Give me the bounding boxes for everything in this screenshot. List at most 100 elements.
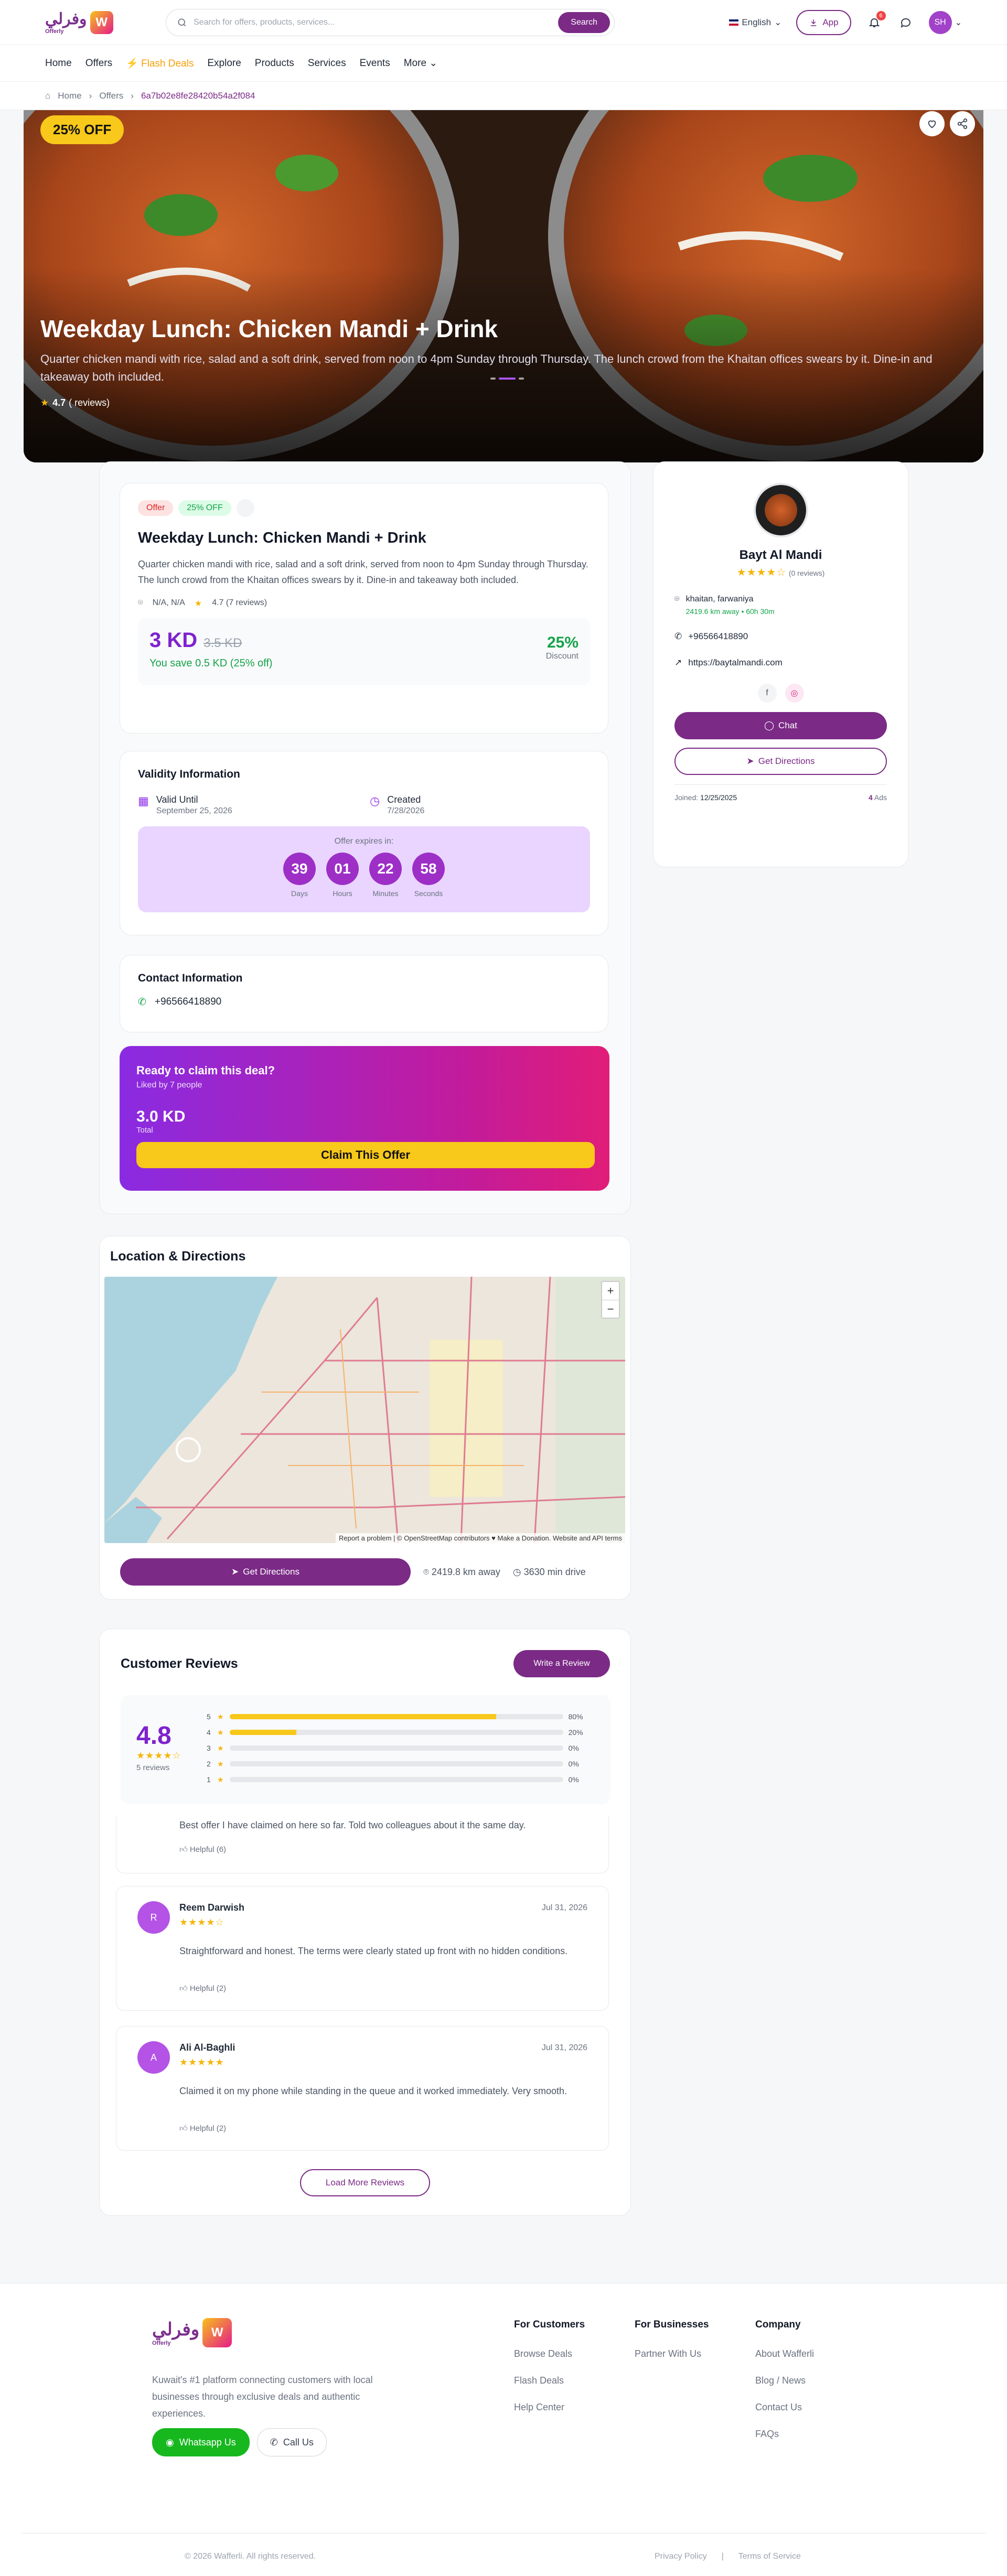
zoom-out-button[interactable]: −	[602, 1300, 619, 1318]
logo-mark-icon: W	[90, 10, 113, 34]
footer-link[interactable]: About Wafferli	[755, 2348, 814, 2359]
rating-row-star: 5	[207, 1712, 211, 1721]
business-name[interactable]: Bayt Al Mandi	[674, 548, 887, 563]
instagram-icon[interactable]: ◎	[785, 684, 804, 703]
notifications-button[interactable]: 6	[866, 10, 886, 31]
write-review-button[interactable]: Write a Review	[513, 1650, 610, 1677]
load-more-reviews-button[interactable]: Load More Reviews	[300, 2169, 430, 2196]
logo-english: Offerly	[45, 28, 64, 35]
nav-item-services[interactable]: Services	[308, 58, 346, 69]
helpful-button[interactable]: 👍︎ Helpful (2)	[179, 2124, 226, 2133]
phone-icon: ✆	[138, 997, 146, 1008]
footer-link[interactable]: Help Center	[514, 2402, 585, 2413]
business-website[interactable]: https://baytalmandi.com	[688, 658, 783, 668]
footer: وفرلي Offerly W Kuwait's #1 platform conn…	[0, 2283, 1007, 2576]
map-drive-time: ◷ 3630 min drive	[512, 1566, 586, 1577]
share-button[interactable]	[950, 111, 975, 136]
business-address: khaitan, farwaniya	[685, 595, 754, 603]
ads-label: Ads	[874, 793, 887, 802]
reviewer-avatar: A	[137, 2041, 170, 2074]
footer-logo[interactable]: وفرلي Offerly W	[152, 2318, 232, 2347]
logo[interactable]: وفرلي Offerly W	[45, 10, 129, 35]
rating-row-percent: 0%	[568, 1760, 579, 1768]
nav-item-more[interactable]: More ⌄	[404, 57, 438, 69]
validity-card: Validity Information ▦ Valid Until Septem…	[120, 751, 608, 935]
nav-item-explore[interactable]: Explore	[207, 58, 241, 69]
footer-link[interactable]: FAQs	[755, 2429, 814, 2440]
business-directions-button[interactable]: ➤ Get Directions	[674, 748, 887, 775]
chevron-down-icon: ⌄	[774, 17, 782, 27]
terms-link[interactable]: Terms of Service	[738, 2552, 801, 2561]
location-pin-icon: ⌾	[674, 595, 680, 603]
footer-divider	[21, 2533, 986, 2534]
joined-date: 12/25/2025	[700, 793, 737, 802]
zoom-in-button[interactable]: +	[602, 1282, 619, 1300]
hero-overlay	[24, 110, 983, 462]
language-selector[interactable]: English ⌄	[729, 17, 781, 28]
map-attribution[interactable]: Report a problem | © OpenStreetMap contr…	[336, 1533, 625, 1543]
map[interactable]: + − Report a problem | © OpenStreetMap c…	[104, 1277, 625, 1543]
app-button[interactable]: App	[796, 9, 851, 35]
nav-item-offers[interactable]: Offers	[85, 58, 112, 69]
claim-liked: Liked by 7 people	[136, 1081, 202, 1090]
review-item: R Reem Darwish ★★★★☆ Jul 31, 2026 Straig…	[116, 1886, 609, 2011]
rating-row: 5 ★ 80%	[207, 1709, 583, 1724]
carousel-indicator[interactable]	[490, 378, 524, 380]
navigation-icon: ➤	[231, 1567, 239, 1577]
rating-row-star: 3	[207, 1744, 211, 1752]
footer-link[interactable]: Browse Deals	[514, 2348, 585, 2359]
messages-button[interactable]	[897, 14, 914, 31]
helpful-button[interactable]: 👍︎ Helpful (6)	[179, 1845, 226, 1855]
footer-link[interactable]: Blog / News	[755, 2375, 814, 2386]
call-button[interactable]: ✆ Call Us	[256, 2428, 327, 2456]
footer-link[interactable]: Contact Us	[755, 2402, 814, 2413]
joined-label: Joined:	[674, 793, 699, 802]
nav-item-flash-deals[interactable]: ⚡ Flash Deals	[126, 57, 194, 70]
chevron-down-icon: ⌄	[955, 18, 962, 27]
claim-offer-button[interactable]: Claim This Offer	[136, 1142, 595, 1168]
footer-link[interactable]: Partner With Us	[635, 2348, 709, 2359]
breadcrumb-offers[interactable]: Offers	[99, 91, 123, 101]
created-label: Created	[387, 794, 421, 805]
rating-bar	[229, 1730, 563, 1735]
business-phone[interactable]: +96566418890	[688, 631, 748, 642]
review-count: 5 reviews	[136, 1763, 170, 1772]
favorite-button[interactable]	[919, 111, 945, 136]
offer-card: Offer 25% OFF Weekday Lunch: Chicken Man…	[120, 483, 608, 734]
business-card: Bayt Al Mandi ★★★★☆ (0 reviews) ⌾ khaita…	[653, 461, 908, 867]
nav-item-home[interactable]: Home	[45, 58, 72, 69]
chat-icon: ◯	[764, 720, 775, 730]
contact-phone[interactable]: +96566418890	[155, 996, 221, 1008]
copyright: © 2026 Wafferli. All rights reserved.	[185, 2552, 316, 2561]
privacy-link[interactable]: Privacy Policy	[655, 2552, 707, 2561]
hero-rating-reviews: ( reviews)	[69, 397, 110, 408]
user-menu[interactable]: SH ⌄	[928, 10, 962, 34]
whatsapp-button[interactable]: ◉ Whatsapp Us	[152, 2428, 250, 2456]
footer-link[interactable]: Flash Deals	[514, 2375, 585, 2386]
logo-arabic: وفرلي	[152, 2319, 200, 2340]
download-icon	[811, 19, 817, 26]
discount-badge: 25% OFF	[40, 115, 124, 144]
helpful-button[interactable]: 👍︎ Helpful (2)	[179, 1984, 226, 1993]
star-icon: ★	[217, 1759, 224, 1768]
chat-button[interactable]: ◯ Chat	[674, 712, 887, 739]
contact-title: Contact Information	[138, 972, 243, 984]
thumbs-up-icon: 👍︎	[179, 2124, 188, 2133]
reviews-title: Customer Reviews	[121, 1656, 238, 1671]
breadcrumb-home[interactable]: Home	[58, 91, 81, 101]
phone-icon: ✆	[270, 2437, 278, 2448]
nav-item-events[interactable]: Events	[360, 58, 390, 69]
search-input[interactable]	[194, 17, 559, 27]
countdown-minutes: 22 Minutes	[369, 853, 402, 898]
rating-row: 3 ★ 0%	[207, 1740, 583, 1756]
breadcrumb: ⌂ Home › Offers › 6a7b02e8fe28420b54a2f0…	[0, 82, 1007, 110]
get-directions-button[interactable]: ➤ Get Directions	[120, 1558, 411, 1586]
nav-item-products[interactable]: Products	[255, 58, 294, 69]
facebook-icon[interactable]: f	[757, 684, 777, 703]
review-stars: ★★★★☆	[179, 1917, 224, 1927]
category-icon	[236, 499, 254, 517]
hero-rating-value: 4.7	[52, 397, 66, 408]
discount-label: Discount	[545, 652, 579, 661]
business-logo[interactable]	[753, 483, 808, 537]
search-button[interactable]: Search	[558, 12, 610, 33]
